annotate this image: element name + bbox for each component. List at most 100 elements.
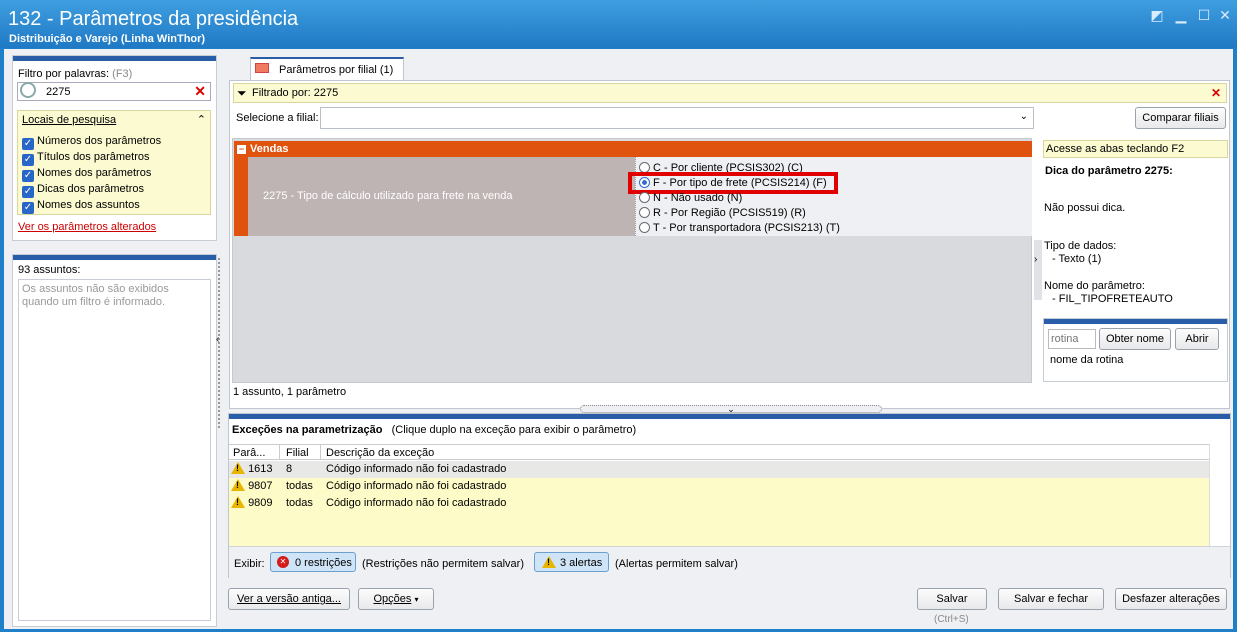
- maximize-icon[interactable]: ☐: [1195, 7, 1213, 23]
- clear-filtered-icon[interactable]: ✕: [1211, 86, 1221, 100]
- table-row[interactable]: 1613 8 Código informado não foi cadastra…: [229, 461, 1209, 478]
- exceptions-panel: Exceções na parametrização (Clique duplo…: [228, 413, 1231, 578]
- compare-button[interactable]: Comparar filiais: [1135, 107, 1226, 129]
- filter-label: Filtro por palavras:: [18, 68, 110, 80]
- tab-parametros-filial[interactable]: Parâmetros por filial (1): [250, 57, 404, 81]
- param-name-label: Nome do parâmetro:: [1044, 280, 1145, 292]
- cell-filial: 8: [286, 463, 293, 475]
- warning-icon: [231, 462, 245, 474]
- cell-filial: todas: [286, 497, 313, 509]
- collapse-group-icon[interactable]: −: [237, 145, 246, 154]
- filter-input-box[interactable]: 2275 ✕: [17, 82, 211, 101]
- param-options: C - Por cliente (PCSIS302) (C) F - Por t…: [628, 157, 1032, 237]
- clear-filter-icon[interactable]: ✕: [194, 83, 206, 100]
- tab-count: (1): [379, 64, 394, 76]
- expand-right-icon[interactable]: ›: [1034, 240, 1042, 300]
- filtered-label: Filtrado por: 2275: [252, 87, 339, 99]
- option-titulos[interactable]: ✓ Títulos dos parâmetros: [22, 151, 150, 166]
- radio-icon[interactable]: [639, 222, 650, 233]
- group-side-bar: [234, 157, 248, 236]
- routine-name-label: nome da rotina: [1050, 354, 1124, 366]
- funnel-icon: ⏷: [237, 86, 247, 100]
- options-button[interactable]: Opções ▾: [358, 588, 434, 610]
- save-close-button[interactable]: Salvar e fechar: [998, 588, 1104, 610]
- error-icon: ✕: [277, 556, 289, 568]
- table-row[interactable]: 9809 todas Código informado não foi cada…: [229, 495, 1209, 512]
- save-button[interactable]: Salvar: [917, 588, 987, 610]
- search-locations: Locais de pesquisa ⌃ ✓ Números dos parâme…: [17, 110, 211, 215]
- exceptions-title: Exceções na parametrização: [232, 424, 383, 436]
- col-param[interactable]: Parâ...: [233, 447, 265, 459]
- tip-title: Dica do parâmetro 2275:: [1045, 165, 1173, 177]
- checkbox-icon[interactable]: ✓: [22, 186, 34, 198]
- option-dicas[interactable]: ✓ Dicas dos parâmetros: [22, 183, 144, 198]
- filter-shortcut: (F3): [112, 68, 133, 80]
- option-t[interactable]: T - Por transportadora (PCSIS213) (T): [639, 220, 840, 237]
- restrictions-note: (Restrições não permitem salvar): [362, 558, 524, 570]
- table-row[interactable]: 9807 todas Código informado não foi cada…: [229, 478, 1209, 495]
- warning-icon: [231, 496, 245, 508]
- exceptions-hint: (Clique duplo na exceção para exibir o p…: [391, 424, 637, 436]
- restore-icon[interactable]: ◩: [1148, 7, 1166, 23]
- warning-icon: [542, 556, 556, 568]
- cell-desc: Código informado não foi cadastrado: [326, 463, 507, 475]
- checkbox-icon[interactable]: ✓: [22, 170, 34, 182]
- data-type-value: - Texto (1): [1052, 253, 1102, 265]
- param-name-value: - FIL_TIPOFRETEAUTO: [1052, 293, 1173, 305]
- col-filial[interactable]: Filial: [286, 447, 309, 459]
- exceptions-footer: Exibir: ✕ 0 restrições (Restrições não p…: [229, 546, 1230, 578]
- open-button[interactable]: Abrir: [1175, 328, 1219, 350]
- option-nomes[interactable]: ✓ Nomes dos parâmetros: [22, 167, 151, 182]
- alerts-label: 3 alertas: [560, 557, 603, 569]
- routine-input[interactable]: [1048, 329, 1096, 349]
- undo-button[interactable]: Desfazer alterações: [1115, 588, 1227, 610]
- param-description: 2275 - Tipo de cálculo utilizado para fr…: [248, 157, 635, 236]
- option-assuntos[interactable]: ✓ Nomes dos assuntos: [22, 199, 140, 214]
- group-header[interactable]: − Vendas: [234, 141, 1032, 157]
- restrictions-toggle[interactable]: ✕ 0 restrições: [270, 552, 356, 572]
- close-icon[interactable]: ✕: [1216, 7, 1234, 23]
- collapse-left-icon[interactable]: ‹: [216, 334, 219, 345]
- radio-selected-icon[interactable]: [639, 177, 650, 188]
- tab-label: Parâmetros por filial: [279, 64, 377, 76]
- access-tip: Acesse as abas teclando F2: [1043, 140, 1228, 158]
- col-desc[interactable]: Descrição da exceção: [326, 447, 434, 459]
- exceptions-header: Parâ... Filial Descrição da exceção: [229, 444, 1209, 460]
- get-name-button[interactable]: Obter nome: [1099, 328, 1171, 350]
- checkbox-icon[interactable]: ✓: [22, 154, 34, 166]
- chevron-down-icon: ⌄: [1019, 111, 1028, 122]
- window-subtitle: Distribuição e Varejo (Linha WinThor): [9, 33, 206, 45]
- search-icon: [20, 82, 36, 98]
- save-shortcut: (Ctrl+S): [934, 614, 969, 625]
- filter-panel: Filtro por palavras: (F3) 2275 ✕ Locais …: [12, 55, 217, 241]
- show-label: Exibir:: [234, 558, 265, 570]
- old-version-button[interactable]: Ver a versão antiga...: [228, 588, 350, 610]
- restrictions-label: 0 restrições: [295, 557, 352, 569]
- group-title: Vendas: [250, 143, 289, 155]
- data-type-label: Tipo de dados:: [1044, 240, 1117, 252]
- radio-icon[interactable]: [639, 207, 650, 218]
- filial-select[interactable]: ⌄: [320, 107, 1034, 129]
- window-title: 132 - Parâmetros da presidência: [8, 8, 299, 30]
- option-numeros[interactable]: ✓ Números dos parâmetros: [22, 135, 161, 150]
- checkbox-icon[interactable]: ✓: [22, 138, 34, 150]
- subjects-panel: 93 assuntos: Os assuntos não são exibido…: [12, 254, 217, 627]
- changed-params-link[interactable]: Ver os parâmetros alterados: [18, 221, 156, 233]
- status-text: 1 assunto, 1 parâmetro: [233, 386, 347, 398]
- alerts-toggle[interactable]: 3 alertas: [534, 552, 609, 572]
- dropdown-arrow-icon: ▾: [414, 595, 419, 604]
- checkbox-icon[interactable]: ✓: [22, 202, 34, 214]
- collapse-icon[interactable]: ⌃: [197, 113, 206, 126]
- horizontal-splitter[interactable]: ⌄: [580, 405, 882, 414]
- routine-panel: Obter nome Abrir nome da rotina: [1043, 318, 1228, 382]
- scrollbar[interactable]: [1209, 444, 1230, 546]
- cell-desc: Código informado não foi cadastrado: [326, 497, 507, 509]
- filial-label: Selecione a filial:: [236, 112, 319, 124]
- minimize-icon[interactable]: ▁: [1172, 7, 1190, 23]
- filtered-bar: ⏷ Filtrado por: 2275 ✕: [233, 83, 1227, 103]
- cell-desc: Código informado não foi cadastrado: [326, 480, 507, 492]
- filter-input[interactable]: 2275: [46, 86, 70, 98]
- search-locations-title: Locais de pesquisa: [22, 114, 117, 126]
- folder-icon: [255, 63, 269, 73]
- radio-icon[interactable]: [639, 192, 650, 203]
